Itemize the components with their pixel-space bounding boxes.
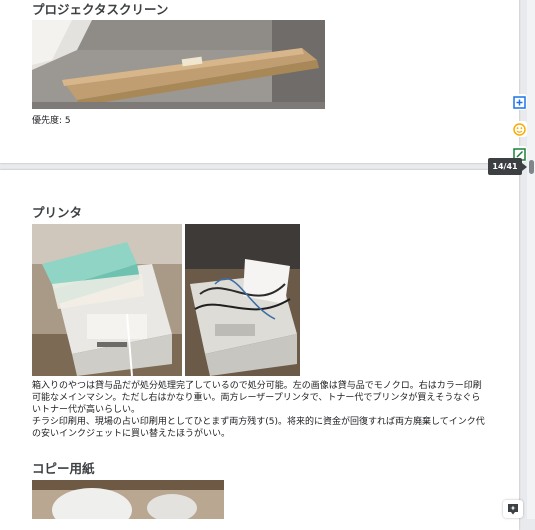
color-printer-image <box>185 224 300 376</box>
heading-printer: プリンタ <box>32 205 83 220</box>
priority-label: 優先度: 5 <box>32 116 71 126</box>
printer-paragraph-2: チラシ印刷用、現場の占い印刷用としてひとまず両方残す(5)。将来的に資金が回復す… <box>32 417 485 439</box>
heading-projector-screen: プロジェクタスクリーン <box>32 2 169 17</box>
scrollbar-track[interactable] <box>527 0 535 519</box>
page-indicator: 14/41 <box>488 158 527 175</box>
copy-paper-photo <box>32 480 224 519</box>
scrollbar-thumb[interactable] <box>529 160 534 174</box>
add-emoji-button[interactable] <box>511 121 527 137</box>
explore-button[interactable] <box>503 500 523 518</box>
mono-printer-image <box>32 224 182 376</box>
printer-photo-left <box>32 224 182 376</box>
copy-paper-image <box>32 480 224 519</box>
explore-icon <box>508 504 518 515</box>
projector-screen-image <box>32 20 325 109</box>
printer-description: 箱入りのやつは貸与品だが処分処理完了しているので処分可能。左の画像は貸与品でモノ… <box>32 380 488 440</box>
add-comment-icon <box>512 95 526 109</box>
heading-copy-paper: コピー用紙 <box>32 461 95 476</box>
emoji-icon <box>512 122 526 136</box>
printer-paragraph-1: 箱入りのやつは貸与品だが処分処理完了しているので処分可能。左の画像は貸与品でモノ… <box>32 381 482 415</box>
printer-photo-right <box>185 224 300 376</box>
add-comment-button[interactable] <box>511 94 527 110</box>
projector-screen-photo <box>32 20 325 109</box>
